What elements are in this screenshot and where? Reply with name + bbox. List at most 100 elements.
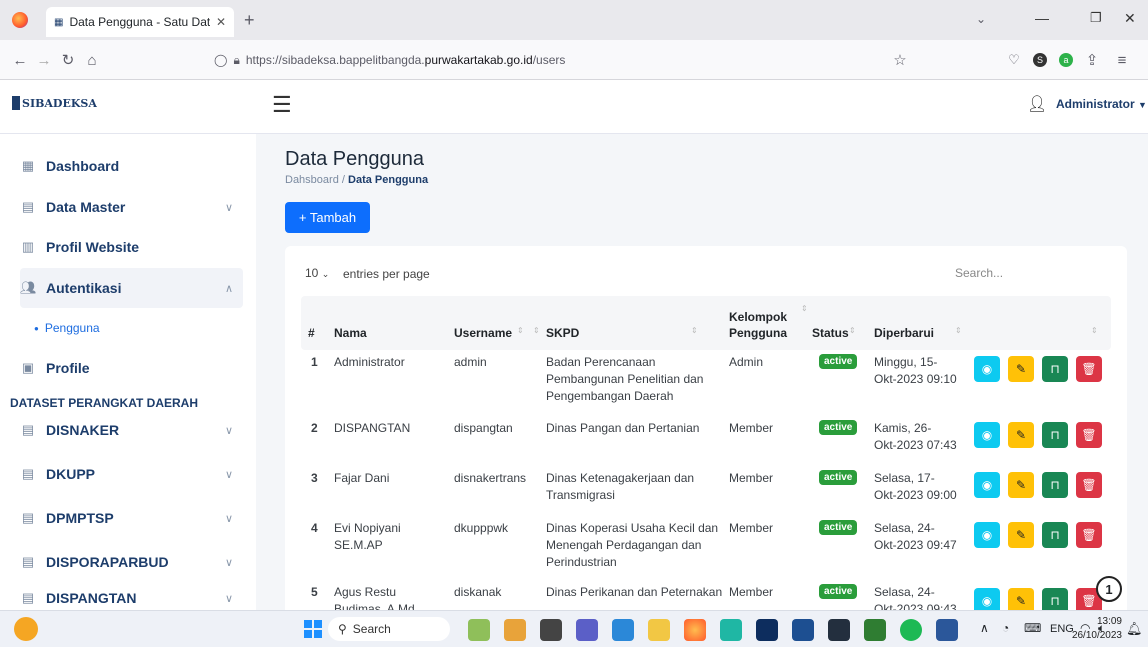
lock-button[interactable]: ⊓ <box>1042 356 1068 382</box>
new-tab-button[interactable]: + <box>244 10 255 31</box>
sidebar-item-label: DISNAKER <box>46 422 120 438</box>
notification-bell-icon[interactable]: 🔔︎ <box>1126 621 1143 637</box>
app-icon-widget[interactable] <box>468 619 490 641</box>
delete-button[interactable]: 🗑︎ <box>1076 522 1102 548</box>
close-tab-icon[interactable]: ✕ <box>216 15 226 29</box>
skpd-line: Transmigrasi <box>546 488 615 502</box>
firefox-taskbar-icon[interactable] <box>684 619 706 641</box>
back-icon[interactable]: ← <box>10 50 30 70</box>
lock-button[interactable]: ⊓ <box>1042 422 1068 448</box>
close-window-button[interactable]: ✕ <box>1124 10 1136 27</box>
spotify-icon[interactable] <box>900 619 922 641</box>
col-username[interactable]: Username <box>454 326 512 340</box>
col-nama[interactable]: Nama <box>334 326 367 340</box>
skpd-line: Dinas Koperasi Usaha Kecil dan <box>546 521 719 535</box>
cell-kelompok: Member <box>729 585 774 599</box>
app-icon-green[interactable] <box>864 619 886 641</box>
sidebar-item-label: Data Master <box>46 199 126 215</box>
search-input[interactable]: Search... <box>925 260 1105 286</box>
col-status[interactable]: Status <box>812 326 849 340</box>
tab-list-icon[interactable]: ⌄ <box>976 12 986 26</box>
hamburger-menu-icon[interactable]: ☰ <box>272 92 292 118</box>
taskbar-search[interactable]: ⚲ Search <box>328 617 450 641</box>
date-line: Kamis, 26- <box>874 421 932 435</box>
edit-button[interactable]: ✎ <box>1008 472 1034 498</box>
reload-icon[interactable]: ↻ <box>58 50 78 70</box>
user-menu-dropdown[interactable]: Administrator ▼ <box>1056 97 1147 111</box>
store-icon[interactable] <box>792 619 814 641</box>
pocket-icon[interactable]: ♡ <box>1004 50 1024 70</box>
sidebar-item-dpmptsp[interactable]: ▤ DPMPTSP ∨ <box>20 498 243 538</box>
sidebar-item-label: DPMPTSP <box>46 510 114 526</box>
col-num[interactable]: # <box>308 326 315 340</box>
sidebar-item-disporaparbud[interactable]: ▤ DISPORAPARBUD ∨ <box>20 542 243 582</box>
app-icon-colorful[interactable] <box>504 619 526 641</box>
search-icon: ⚲ <box>338 622 347 636</box>
app-icon-dark[interactable] <box>540 619 562 641</box>
minimize-button[interactable]: — <box>1035 10 1049 26</box>
edit-button[interactable]: ✎ <box>1008 356 1034 382</box>
bookmark-star-icon[interactable]: ☆ <box>890 50 910 70</box>
logo[interactable]: SIBADEKSA <box>12 92 102 114</box>
sidebar-item-dashboard[interactable]: ▦ Dashboard <box>20 146 243 186</box>
sidebar-item-profil-website[interactable]: ▥ Profil Website <box>20 227 243 267</box>
user-icon[interactable]: 👤︎ <box>1027 94 1047 114</box>
home-icon[interactable]: ⌂ <box>82 50 102 70</box>
id-card-icon: ▣ <box>21 360 35 375</box>
menu-icon[interactable]: ≡ <box>1112 50 1132 70</box>
tray-app-icon[interactable]: ◔ <box>1002 621 1009 635</box>
forward-icon[interactable]: → <box>34 50 54 70</box>
firefox-icon <box>12 12 28 28</box>
skpd-line: Pembangunan Penelitian dan <box>546 372 704 386</box>
delete-button[interactable]: 🗑︎ <box>1076 472 1102 498</box>
view-button[interactable]: ◉ <box>974 472 1000 498</box>
per-page-select[interactable]: 10 ⌄ <box>305 266 329 280</box>
edge-icon[interactable] <box>720 619 742 641</box>
browser-tab-active[interactable]: ▦ Data Pengguna - Satu Data Pur ✕ <box>46 7 234 37</box>
dropbox-icon[interactable] <box>756 619 778 641</box>
clock[interactable]: 13:09 26/10/2023 <box>1066 615 1122 643</box>
restore-button[interactable]: ❐ <box>1090 10 1102 26</box>
word-icon[interactable] <box>936 619 958 641</box>
edit-button[interactable]: ✎ <box>1008 422 1034 448</box>
app-icon-todo[interactable] <box>612 619 634 641</box>
sidebar-item-pengguna[interactable]: ● Pengguna <box>20 308 243 348</box>
app-icon-chat[interactable] <box>576 619 598 641</box>
sidebar-item-disnaker[interactable]: ▤ DISNAKER ∨ <box>20 410 243 450</box>
tray-chevron-icon[interactable]: ∧ <box>980 621 989 635</box>
sidebar-item-data-master[interactable]: ▤ Data Master ∨ <box>20 187 243 227</box>
sidebar-item-profile[interactable]: ▣ Profile <box>20 348 243 388</box>
cell-username: dkupppwk <box>454 521 509 535</box>
amazon-icon[interactable] <box>828 619 850 641</box>
extension-s-icon[interactable]: S <box>1030 50 1050 70</box>
windows-start-icon[interactable] <box>304 620 322 638</box>
main-content: Data Pengguna Dahsboard / Data Pengguna … <box>256 134 1148 616</box>
breadcrumb-home-link[interactable]: Dahsboard <box>285 174 339 186</box>
lock-button[interactable]: ⊓ <box>1042 472 1068 498</box>
keyboard-icon[interactable]: ⌨ <box>1024 621 1041 635</box>
edit-button[interactable]: ✎ <box>1008 522 1034 548</box>
nama-line: SE.M.AP <box>334 538 383 552</box>
view-button[interactable]: ◉ <box>974 422 1000 448</box>
col-kelompok[interactable]: Kelompok Pengguna <box>729 309 787 341</box>
notification-count-badge[interactable]: 1 <box>1096 576 1122 602</box>
col-diperbarui[interactable]: Diperbarui <box>874 326 934 340</box>
delete-button[interactable]: 🗑︎ <box>1076 356 1102 382</box>
extension-a-icon[interactable]: a <box>1056 50 1076 70</box>
view-button[interactable]: ◉ <box>974 522 1000 548</box>
view-button[interactable]: ◉ <box>974 356 1000 382</box>
sidebar-item-autentikasi[interactable]: 👥︎ Autentikasi ∧ <box>20 268 243 308</box>
sidebar-item-dkupp[interactable]: ▤ DKUPP ∨ <box>20 454 243 494</box>
url-input[interactable]: ◯ 🔒︎ https://sibadeksa.bappelitbangda.pu… <box>208 46 908 74</box>
col-skpd[interactable]: SKPD <box>546 326 579 340</box>
database-icon: ▤ <box>21 590 35 605</box>
lock-button[interactable]: ⊓ <box>1042 522 1068 548</box>
weather-widget-icon[interactable] <box>14 617 38 641</box>
delete-button[interactable]: 🗑︎ <box>1076 422 1102 448</box>
cell-kelompok: Member <box>729 521 774 535</box>
date-line: Okt-2023 09:47 <box>874 538 957 552</box>
cell-nama: Administrator <box>334 355 405 369</box>
add-button[interactable]: + Tambah <box>285 202 370 233</box>
share-icon[interactable]: ⇪ <box>1082 50 1102 70</box>
file-explorer-icon[interactable] <box>648 619 670 641</box>
